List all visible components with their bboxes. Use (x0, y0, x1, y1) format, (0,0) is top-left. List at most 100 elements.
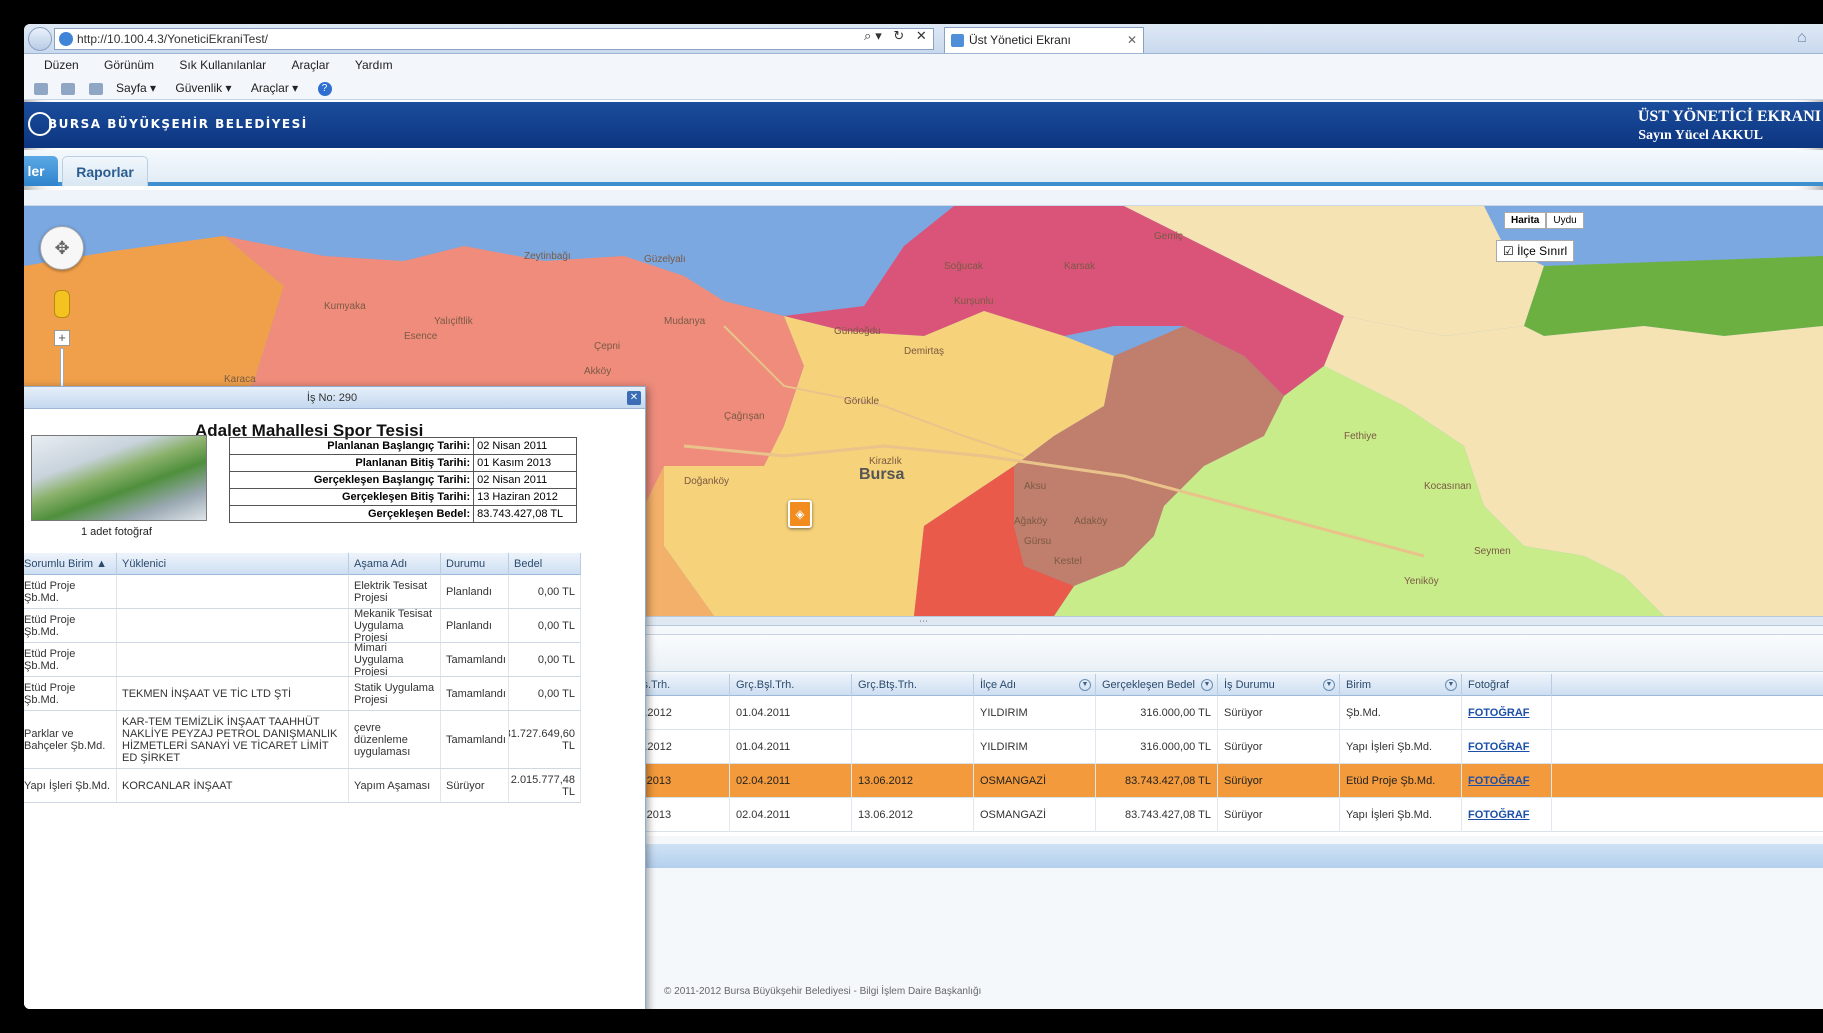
help-icon[interactable]: ? (317, 81, 332, 96)
date-label: Gerçekleşen Başlangıç Tarihi: (228, 471, 475, 489)
grid-col-photo[interactable]: Fotoğraf (1462, 674, 1552, 696)
map-place-label: Güzelyalı (644, 254, 686, 265)
screen-title: ÜST YÖNETİCİ EKRANI (1637, 108, 1821, 125)
district-limits-checkbox[interactable]: ☑ (1503, 244, 1514, 258)
zoom-in-button[interactable]: + (54, 330, 70, 346)
date-row: Gerçekleşen Bitiş Tarihi: 13 Haziran 2012 (228, 488, 577, 506)
phase-phase-cell: çevre düzenleme uygulaması (349, 711, 441, 768)
grid-cell: Etüd Proje Şb.Md. (1340, 764, 1462, 798)
app-header: BURSA BÜYÜKŞEHİR BELEDİYESİ ÜST YÖNETİCİ… (24, 102, 1823, 148)
photo-link-cell[interactable]: FOTOĞRAF (1462, 764, 1552, 798)
street-view-pegman-icon[interactable] (54, 290, 70, 318)
map-pan-control[interactable]: ✥ (40, 226, 84, 270)
table-row[interactable]: Etüd Proje Şb.Md. TEKMEN İNŞAAT VE TİC LT… (24, 677, 581, 711)
photo-count: 1 adet fotoğraf (81, 526, 152, 538)
phase-status-cell: Tamamlandı (441, 677, 509, 710)
photo-link[interactable]: FOTOĞRAF (1468, 707, 1530, 719)
region-green[interactable] (1524, 256, 1823, 336)
grid-col-district[interactable]: İlçe Adı ▼ (974, 674, 1096, 696)
unit-filter-icon[interactable]: ▼ (1445, 679, 1457, 691)
phase-col-contractor[interactable]: Yüklenici (117, 553, 349, 575)
district-limits-toggle[interactable]: ☑ İlçe Sınırl (1496, 240, 1575, 262)
table-row[interactable]: Etüd Proje Şb.Md. Elektrik Tesisat Projes… (24, 575, 581, 609)
tools-menu[interactable]: Araçlar ▾ (251, 76, 298, 100)
page-favicon-icon (59, 32, 73, 46)
print-icon[interactable] (88, 82, 103, 95)
phase-col-unit[interactable]: Sorumlu Birim ▲ (24, 553, 117, 575)
map-type-map[interactable]: Harita (1504, 212, 1547, 229)
feeds-icon[interactable] (34, 82, 48, 95)
table-row[interactable]: Yapı İşleri Şb.Md. KORCANLAR İNŞAAT Yapım … (24, 769, 581, 803)
tab-close-icon[interactable]: ✕ (1127, 28, 1137, 52)
menu-favorites[interactable]: Sık Kullanılanlar (179, 54, 266, 76)
address-actions[interactable]: ⌕▾ ↻ ✕ (864, 28, 931, 44)
table-row[interactable]: ..06.2012 01.04.2011 YILDIRIM 316.000,00 TL… (620, 696, 1823, 730)
project-photo-thumbnail[interactable] (31, 435, 207, 521)
map-type-switch: Harita Uydu (1504, 212, 1584, 229)
table-row[interactable]: Etüd Proje Şb.Md. Mimari Uygulama Projesi… (24, 643, 581, 677)
grid-cell: 01.04.2011 (730, 696, 852, 730)
project-photo-marker-icon[interactable]: ◈ (788, 500, 812, 528)
phase-col-cost[interactable]: Bedel (509, 553, 581, 575)
photo-link[interactable]: FOTOĞRAF (1468, 809, 1530, 821)
cost-col-label: Gerçekleşen Bedel (1102, 679, 1195, 691)
photo-link-cell[interactable]: FOTOĞRAF (1462, 730, 1552, 764)
popup-close-icon[interactable]: ✕ (627, 391, 641, 405)
home-icon[interactable]: ⌂ (1797, 29, 1815, 47)
district-filter-icon[interactable]: ▼ (1079, 679, 1091, 691)
grid-col-actual-cost[interactable]: Gerçekleşen Bedel ▼ (1096, 674, 1218, 696)
phase-unit-cell: Yapı İşleri Şb.Md. (24, 769, 117, 802)
phase-phase-cell: Mimari Uygulama Projesi (349, 643, 441, 676)
grid-col-actual-start[interactable]: Grç.Bşl.Trh. (730, 674, 852, 696)
status-filter-icon[interactable]: ▼ (1323, 679, 1335, 691)
unit-col-label: Birim (1346, 679, 1372, 691)
safety-menu[interactable]: Güvenlik ▾ (175, 76, 231, 100)
tab-reports[interactable]: Raporlar (62, 156, 148, 186)
grid-cell: 01.04.2011 (730, 730, 852, 764)
menu-help[interactable]: Yardım (355, 54, 393, 76)
grid-col-unit[interactable]: Birim ▼ (1340, 674, 1462, 696)
grid-cell: 13.06.2012 (852, 798, 974, 832)
date-value: 01 Kasım 2013 (473, 454, 577, 472)
grid-cell: OSMANGAZİ (974, 764, 1096, 798)
phase-status-cell: Planlandı (441, 575, 509, 608)
city-label: Bursa (859, 466, 905, 483)
menu-edit[interactable]: Düzen (44, 54, 79, 76)
map-place-label: Kurşunlu (954, 296, 994, 307)
table-row[interactable]: ..11.2013 02.04.2011 13.06.2012 OSMANGAZİ 83… (620, 798, 1823, 832)
table-row[interactable]: Etüd Proje Şb.Md. Mekanik Tesisat Uygulam… (24, 609, 581, 643)
photo-link-cell[interactable]: FOTOĞRAF (1462, 696, 1552, 730)
menu-tools[interactable]: Araçlar (291, 54, 329, 76)
phase-col-status[interactable]: Durumu (441, 553, 509, 575)
phase-phase-cell: Yapım Aşaması (349, 769, 441, 802)
url-input[interactable]: http://10.100.4.3/YoneticiEkraniTest/ (54, 28, 934, 50)
date-row: Planlanan Bitiş Tarihi: 01 Kasım 2013 (228, 454, 577, 472)
date-label: Gerçekleşen Bedel: (228, 505, 475, 523)
mail-icon[interactable] (61, 82, 76, 95)
back-icon[interactable] (28, 27, 52, 51)
browser-tab[interactable]: Üst Yönetici Ekranı ✕ (944, 27, 1144, 53)
photo-link[interactable]: FOTOĞRAF (1468, 775, 1530, 787)
photo-link-cell[interactable]: FOTOĞRAF (1462, 798, 1552, 832)
date-value: 02 Nisan 2011 (473, 471, 577, 489)
menu-view[interactable]: Görünüm (104, 54, 154, 76)
page-menu[interactable]: Sayfa ▾ (116, 76, 156, 100)
map-type-satellite[interactable]: Uydu (1546, 212, 1584, 229)
popup-title-bar[interactable]: İş No: 290 (24, 387, 645, 409)
grid-col-actual-end[interactable]: Grç.Btş.Trh. (852, 674, 974, 696)
copyright-text: © 2011-2012 Bursa Büyükşehir Belediyesi … (664, 986, 982, 997)
grid-col-job-status[interactable]: İş Durumu ▼ (1218, 674, 1340, 696)
photo-link[interactable]: FOTOĞRAF (1468, 741, 1530, 753)
cost-filter-icon[interactable]: ▼ (1201, 679, 1213, 691)
browser-window: http://10.100.4.3/YoneticiEkraniTest/ ⌕▾… (24, 24, 1823, 1009)
phase-phase-cell: Statik Uygulama Projesi (349, 677, 441, 710)
map-place-label: Zeytinbağı (524, 251, 571, 262)
map-place-label: Kocasınan (1424, 481, 1472, 492)
table-row[interactable]: ..06.2012 01.04.2011 YILDIRIM 316.000,00 TL… (620, 730, 1823, 764)
phase-contractor-cell (117, 643, 349, 676)
tab-jobs[interactable]: ler (24, 156, 58, 186)
table-row[interactable]: Parklar ve Bahçeler Şb.Md. KAR-TEM TEMİZL… (24, 711, 581, 769)
map-place-label: Demirtaş (904, 346, 945, 357)
table-row[interactable]: ..11.2013 02.04.2011 13.06.2012 OSMANGAZİ 83… (620, 764, 1823, 798)
phase-col-phase[interactable]: Aşama Adı (349, 553, 441, 575)
